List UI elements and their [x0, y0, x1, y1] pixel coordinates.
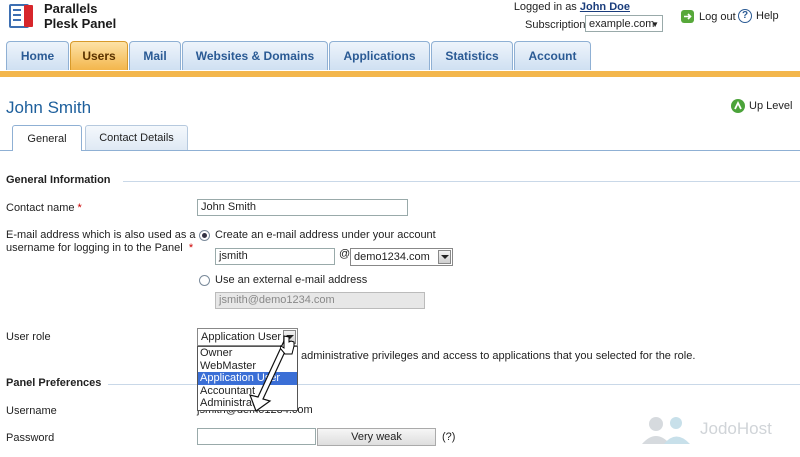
- brand-line-2: Plesk Panel: [44, 16, 117, 31]
- user-role-label: User role: [6, 331, 51, 343]
- tab-contact-details[interactable]: Contact Details: [85, 125, 188, 150]
- logged-in-info: Logged in as John Doe: [514, 1, 630, 13]
- tab-websites-domains[interactable]: Websites & Domains: [182, 41, 328, 70]
- subscription-select[interactable]: example.com ▼: [585, 15, 663, 32]
- tab-statistics[interactable]: Statistics: [431, 41, 513, 70]
- password-label: Password: [6, 432, 55, 444]
- user-role-hint: administrative privileges and access to …: [301, 350, 696, 362]
- username-label: Username: [6, 405, 57, 417]
- tab-users[interactable]: Users: [70, 41, 128, 70]
- chevron-down-icon: ▼: [651, 20, 659, 29]
- nav-accent-bar: [0, 71, 800, 77]
- watermark-text: JodoHost: [700, 419, 772, 438]
- help-label: Help: [756, 10, 779, 22]
- sub-tabs: General Contact Details: [0, 125, 800, 151]
- brand-line-1: Parallels: [44, 1, 98, 16]
- plesk-logo-icon: [8, 3, 36, 29]
- chevron-down-icon: [438, 250, 451, 264]
- main-nav: Home Users Mail Websites & Domains Appli…: [0, 41, 800, 71]
- email-domain-select[interactable]: demo1234.com: [350, 248, 453, 266]
- option-external-email-label: Use an external e-mail address: [215, 274, 368, 286]
- logout-button[interactable]: Log out: [680, 9, 736, 24]
- help-button[interactable]: ? Help: [738, 9, 779, 23]
- watermark: JodoHost: [640, 414, 772, 444]
- up-level-icon: [731, 99, 745, 113]
- email-label: E-mail address which is also used as a u…: [6, 229, 196, 254]
- subscription-value: example.com: [589, 18, 655, 30]
- radio-external-email[interactable]: [199, 275, 210, 286]
- email-local-part-field[interactable]: jsmith: [215, 248, 335, 265]
- section-general-information: General Information: [6, 174, 111, 186]
- up-level-label: Up Level: [749, 100, 793, 112]
- up-level-button[interactable]: Up Level: [730, 98, 792, 114]
- people-icon: [642, 417, 690, 444]
- mouse-cursor-icon: [280, 335, 295, 355]
- contact-name-label: Contact name *: [6, 202, 82, 214]
- password-strength-indicator: Very weak: [317, 428, 436, 446]
- password-field[interactable]: [197, 428, 316, 445]
- at-sign: @: [339, 248, 351, 260]
- tab-account[interactable]: Account: [514, 41, 591, 70]
- password-help-link[interactable]: (?): [442, 431, 455, 443]
- radio-create-email[interactable]: [199, 230, 210, 241]
- contact-name-field[interactable]: John Smith: [197, 199, 408, 216]
- logout-icon: [681, 10, 694, 23]
- option-create-email-label: Create an e-mail address under your acco…: [215, 229, 436, 241]
- subscription-label: Subscription: [525, 19, 586, 31]
- tab-applications[interactable]: Applications: [329, 41, 430, 70]
- tutorial-arrow-icon: [249, 340, 290, 412]
- logout-label: Log out: [699, 10, 736, 23]
- tab-home[interactable]: Home: [6, 41, 69, 70]
- page-title: John Smith: [6, 98, 92, 117]
- help-icon: ?: [738, 9, 752, 23]
- logged-in-prefix: Logged in as: [513, 1, 577, 13]
- tab-mail[interactable]: Mail: [129, 41, 181, 70]
- external-email-field[interactable]: jsmith@demo1234.com: [215, 292, 425, 309]
- brand-name: Parallels Plesk Panel: [44, 1, 116, 31]
- section-panel-preferences: Panel Preferences: [6, 377, 102, 389]
- logged-in-user-link[interactable]: John Doe: [580, 1, 630, 13]
- tab-general[interactable]: General: [12, 125, 82, 151]
